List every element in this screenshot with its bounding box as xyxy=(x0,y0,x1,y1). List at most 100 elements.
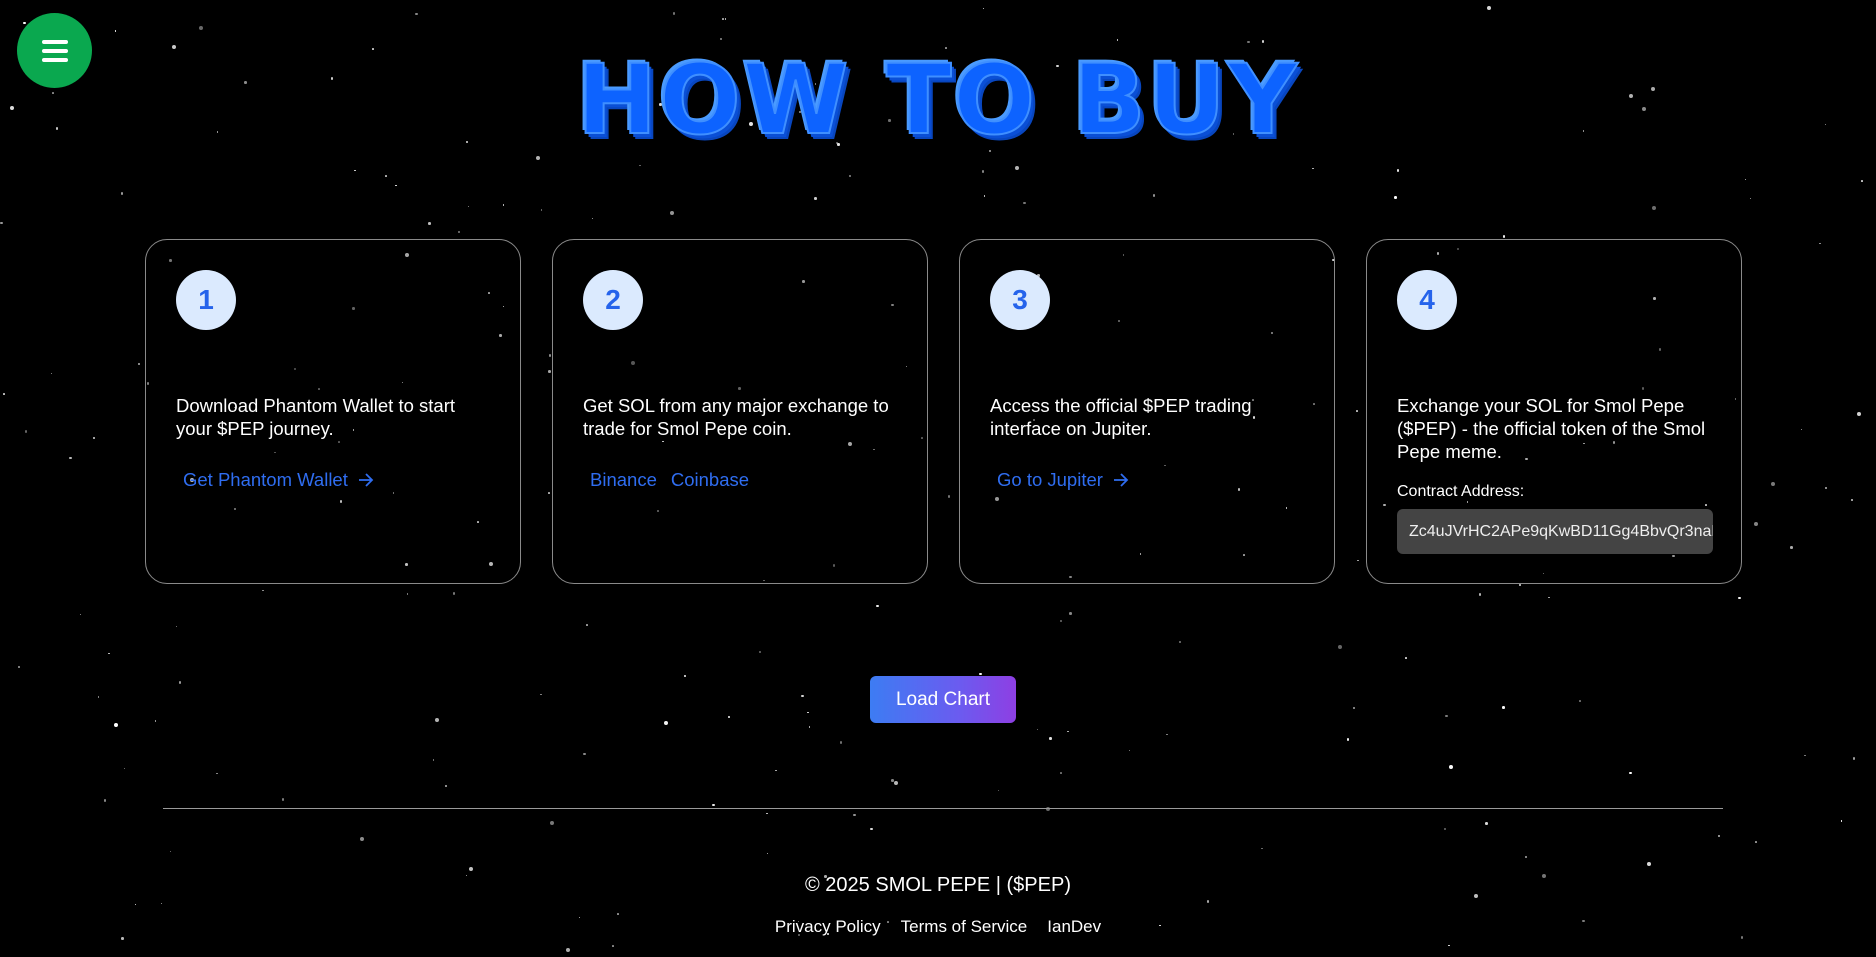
star xyxy=(120,192,124,195)
star xyxy=(664,720,669,725)
star xyxy=(1755,841,1757,843)
star xyxy=(1443,827,1447,831)
star xyxy=(1206,900,1210,903)
get-phantom-wallet-link[interactable]: Get Phantom Wallet xyxy=(176,465,381,495)
star xyxy=(1840,820,1843,822)
star xyxy=(1800,428,1803,431)
star xyxy=(766,852,769,855)
star xyxy=(137,362,141,366)
star xyxy=(415,12,418,16)
star xyxy=(1067,730,1069,733)
star xyxy=(1478,593,1482,596)
step-card-3: 3 Access the official $PEP trading inter… xyxy=(959,239,1335,584)
star xyxy=(766,812,768,815)
star xyxy=(1445,714,1448,718)
star xyxy=(1857,412,1862,417)
star xyxy=(23,21,26,25)
star xyxy=(724,18,727,20)
star xyxy=(540,693,542,696)
star xyxy=(1819,242,1821,245)
go-to-jupiter-link[interactable]: Go to Jupiter xyxy=(990,465,1136,495)
star xyxy=(1023,201,1026,205)
star xyxy=(586,624,588,626)
star xyxy=(1629,771,1632,775)
star xyxy=(1579,700,1581,702)
star xyxy=(395,184,397,187)
star xyxy=(1357,559,1359,562)
step-number-badge: 1 xyxy=(176,270,236,330)
step-number-badge: 2 xyxy=(583,270,643,330)
star xyxy=(467,205,470,208)
star xyxy=(853,813,856,817)
star xyxy=(983,195,986,197)
star xyxy=(981,170,985,173)
privacy-policy-link[interactable]: Privacy Policy xyxy=(775,917,881,937)
star xyxy=(1356,410,1358,412)
star xyxy=(0,221,3,225)
step-card-2: 2 Get SOL from any major exchange to tra… xyxy=(552,239,928,584)
page-title: HOW TO BUY xyxy=(576,43,1300,157)
star xyxy=(591,217,594,220)
step-links: Get Phantom Wallet xyxy=(176,465,381,495)
iandev-link[interactable]: IanDev xyxy=(1047,917,1101,937)
star xyxy=(468,867,473,872)
star xyxy=(169,850,172,853)
star xyxy=(1502,706,1505,709)
star xyxy=(876,604,879,608)
star xyxy=(848,174,852,178)
star xyxy=(612,945,614,947)
star xyxy=(808,726,811,728)
star xyxy=(50,372,53,375)
star xyxy=(1448,944,1450,947)
star xyxy=(1824,486,1828,490)
arrow-right-icon xyxy=(358,473,374,487)
step-description: Download Phantom Wallet to start your $P… xyxy=(176,395,455,439)
star xyxy=(982,7,985,9)
star xyxy=(1116,39,1119,41)
star xyxy=(1448,765,1453,770)
star xyxy=(17,665,21,669)
star xyxy=(1346,738,1350,741)
star xyxy=(550,820,555,825)
star xyxy=(1166,733,1168,736)
star xyxy=(839,741,843,744)
star xyxy=(1337,644,1342,649)
star xyxy=(134,903,137,906)
star xyxy=(97,696,100,698)
star xyxy=(1152,194,1156,197)
star xyxy=(1261,40,1265,43)
star xyxy=(1247,40,1250,44)
star xyxy=(452,592,456,595)
star xyxy=(1405,657,1407,659)
link-label: Get Phantom Wallet xyxy=(183,469,348,490)
star xyxy=(566,948,571,953)
star xyxy=(1352,706,1356,710)
star xyxy=(1396,169,1400,172)
contract-address-field[interactable]: Zc4uJVrHC2APe9qKwBD11Gg4BbvQr3naPu xyxy=(1397,509,1713,554)
star xyxy=(639,164,641,167)
star xyxy=(1015,165,1020,170)
star xyxy=(121,937,124,940)
star xyxy=(1753,522,1758,527)
star xyxy=(1487,6,1492,11)
star xyxy=(1861,180,1863,182)
star xyxy=(1647,862,1652,867)
star xyxy=(108,652,110,655)
star xyxy=(92,436,95,440)
star xyxy=(1312,167,1314,170)
star xyxy=(114,30,117,32)
binance-link[interactable]: Binance xyxy=(583,465,664,495)
star xyxy=(1128,749,1131,752)
star xyxy=(683,674,687,678)
star xyxy=(113,722,118,727)
coinbase-link[interactable]: Coinbase xyxy=(664,465,756,495)
star xyxy=(1036,728,1039,731)
copyright-text: © 2025 SMOL PEPE | ($PEP) xyxy=(805,874,1071,896)
star xyxy=(262,589,264,592)
star xyxy=(1060,772,1062,774)
page: HOW TO BUY 1 Download Phantom Wallet to … xyxy=(0,0,1876,957)
terms-of-service-link[interactable]: Terms of Service xyxy=(901,917,1028,937)
star xyxy=(807,711,809,714)
star xyxy=(548,370,551,373)
load-chart-button[interactable]: Load Chart xyxy=(870,676,1016,723)
